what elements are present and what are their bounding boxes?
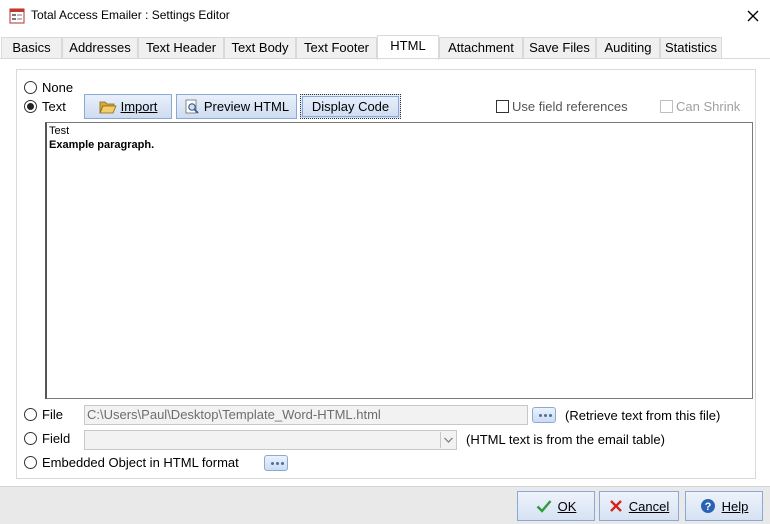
import-button[interactable]: Import	[84, 94, 172, 119]
open-folder-icon	[98, 101, 117, 113]
editor-line: Test	[49, 125, 70, 137]
tab-attachment[interactable]: Attachment	[439, 37, 523, 59]
tab-divider	[0, 58, 770, 59]
html-text-editor[interactable]: Test Example paragraph.	[45, 122, 753, 399]
tab-text-body[interactable]: Text Body	[224, 37, 296, 59]
close-icon[interactable]	[741, 4, 765, 28]
display-code-button[interactable]: Display Code	[300, 94, 401, 119]
file-hint: (Retrieve text from this file)	[565, 408, 721, 423]
title-bar: Total Access Emailer : Settings Editor	[0, 0, 770, 32]
svg-text:?: ?	[704, 501, 711, 513]
ok-button-label: OK	[557, 498, 577, 514]
radio-file-label: File	[42, 407, 63, 422]
embedded-object-button[interactable]	[264, 455, 288, 471]
magnifier-document-icon	[185, 99, 199, 114]
use-field-references-label: Use field references	[512, 99, 628, 114]
field-hint: (HTML text is from the email table)	[466, 432, 665, 447]
tab-html[interactable]: HTML	[377, 35, 439, 60]
import-button-label: Import	[120, 99, 158, 114]
preview-html-button[interactable]: Preview HTML	[176, 94, 297, 119]
cancel-x-icon	[609, 500, 622, 512]
radio-none[interactable]	[24, 81, 37, 94]
preview-html-button-label: Preview HTML	[203, 99, 290, 114]
can-shrink-checkbox[interactable]	[660, 100, 673, 113]
tab-statistics[interactable]: Statistics	[660, 37, 722, 59]
checkmark-icon	[536, 500, 552, 513]
browse-file-button[interactable]	[532, 407, 556, 423]
radio-text-label: Text	[42, 99, 66, 114]
tab-auditing[interactable]: Auditing	[596, 37, 660, 59]
tab-text-footer[interactable]: Text Footer	[296, 37, 377, 59]
cancel-button-label: Cancel	[628, 498, 670, 514]
radio-embedded-label: Embedded Object in HTML format	[42, 455, 239, 470]
tab-basics[interactable]: Basics	[1, 37, 62, 59]
dialog-footer: OK Cancel ? Help	[0, 486, 770, 524]
help-button[interactable]: ? Help	[685, 491, 763, 521]
radio-embedded-object[interactable]	[24, 456, 37, 469]
display-code-button-label: Display Code	[311, 99, 390, 114]
can-shrink-label: Can Shrink	[676, 99, 741, 114]
tab-addresses[interactable]: Addresses	[62, 37, 138, 59]
radio-text[interactable]	[24, 100, 37, 113]
use-field-references-checkbox[interactable]	[496, 100, 509, 113]
radio-field-label: Field	[42, 431, 71, 446]
chevron-down-icon[interactable]	[440, 432, 455, 448]
field-select[interactable]	[84, 430, 457, 450]
help-icon: ?	[700, 499, 715, 513]
window-title: Total Access Emailer : Settings Editor	[31, 8, 230, 22]
app-form-icon	[9, 8, 25, 24]
tab-text-header[interactable]: Text Header	[138, 37, 224, 59]
editor-line-bold: Example paragraph.	[49, 139, 155, 151]
file-path-field[interactable]: C:\Users\Paul\Desktop\Template_Word-HTML…	[84, 405, 528, 425]
radio-none-label: None	[42, 80, 74, 95]
cancel-button[interactable]: Cancel	[599, 491, 679, 521]
help-button-label: Help	[721, 498, 749, 514]
ok-button[interactable]: OK	[517, 491, 595, 521]
radio-field[interactable]	[24, 432, 37, 445]
tab-strip: Basics Addresses Text Header Text Body T…	[0, 35, 770, 60]
radio-file[interactable]	[24, 408, 37, 421]
tab-save-files[interactable]: Save Files	[523, 37, 596, 59]
